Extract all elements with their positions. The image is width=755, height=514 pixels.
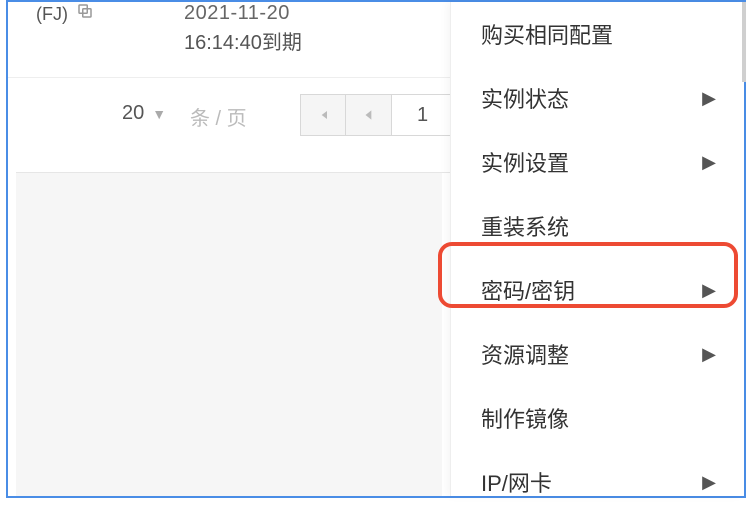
chevron-right-icon: ▶: [702, 280, 716, 301]
menu-item-create-image[interactable]: 制作镜像: [451, 386, 744, 450]
page-size-value: 20: [122, 102, 144, 125]
copy-icon[interactable]: [76, 2, 94, 20]
menu-item-ip-nic[interactable]: IP/网卡 ▶: [451, 450, 744, 514]
menu-item-label: 制作镜像: [481, 402, 569, 434]
menu-item-reinstall-os[interactable]: 重装系统: [451, 194, 744, 258]
page-size-select[interactable]: 20 ▼: [122, 102, 166, 125]
chevron-right-icon: ▶: [702, 344, 716, 365]
menu-item-resource-adjust[interactable]: 资源调整 ▶: [451, 322, 744, 386]
expiry-date: 2021-11-20: [184, 2, 290, 25]
chevron-right-icon: ▶: [702, 88, 716, 109]
menu-item-label: 资源调整: [481, 338, 569, 370]
chevron-right-icon: ▶: [702, 152, 716, 173]
menu-item-label: 实例设置: [481, 146, 569, 178]
page-number-input[interactable]: [392, 94, 454, 136]
context-menu: 购买相同配置 实例状态 ▶ 实例设置 ▶ 重装系统 密码/密钥 ▶ 资源调整 ▶…: [450, 2, 744, 496]
instance-id-frag: (FJ): [36, 4, 68, 25]
menu-item-buy-same-config[interactable]: 购买相同配置: [451, 2, 744, 66]
expiry-time: 16:14:40到期: [184, 26, 302, 55]
menu-item-label: 密码/密钥: [481, 274, 575, 306]
menu-item-label: 实例状态: [481, 82, 569, 114]
scrollbar[interactable]: [742, 2, 746, 82]
menu-item-instance-status[interactable]: 实例状态 ▶: [451, 66, 744, 130]
menu-item-instance-settings[interactable]: 实例设置 ▶: [451, 130, 744, 194]
chevron-right-icon: ▶: [702, 472, 716, 493]
menu-item-label: IP/网卡: [481, 466, 552, 498]
menu-item-password-key[interactable]: 密码/密钥 ▶: [451, 258, 744, 322]
content-area: [16, 173, 442, 496]
per-page-label: 条 / 页: [190, 102, 247, 131]
first-page-button[interactable]: [300, 94, 346, 136]
caret-down-icon: ▼: [152, 106, 166, 122]
menu-item-label: 购买相同配置: [481, 18, 613, 50]
menu-item-label: 重装系统: [481, 210, 569, 242]
prev-page-button[interactable]: [346, 94, 392, 136]
